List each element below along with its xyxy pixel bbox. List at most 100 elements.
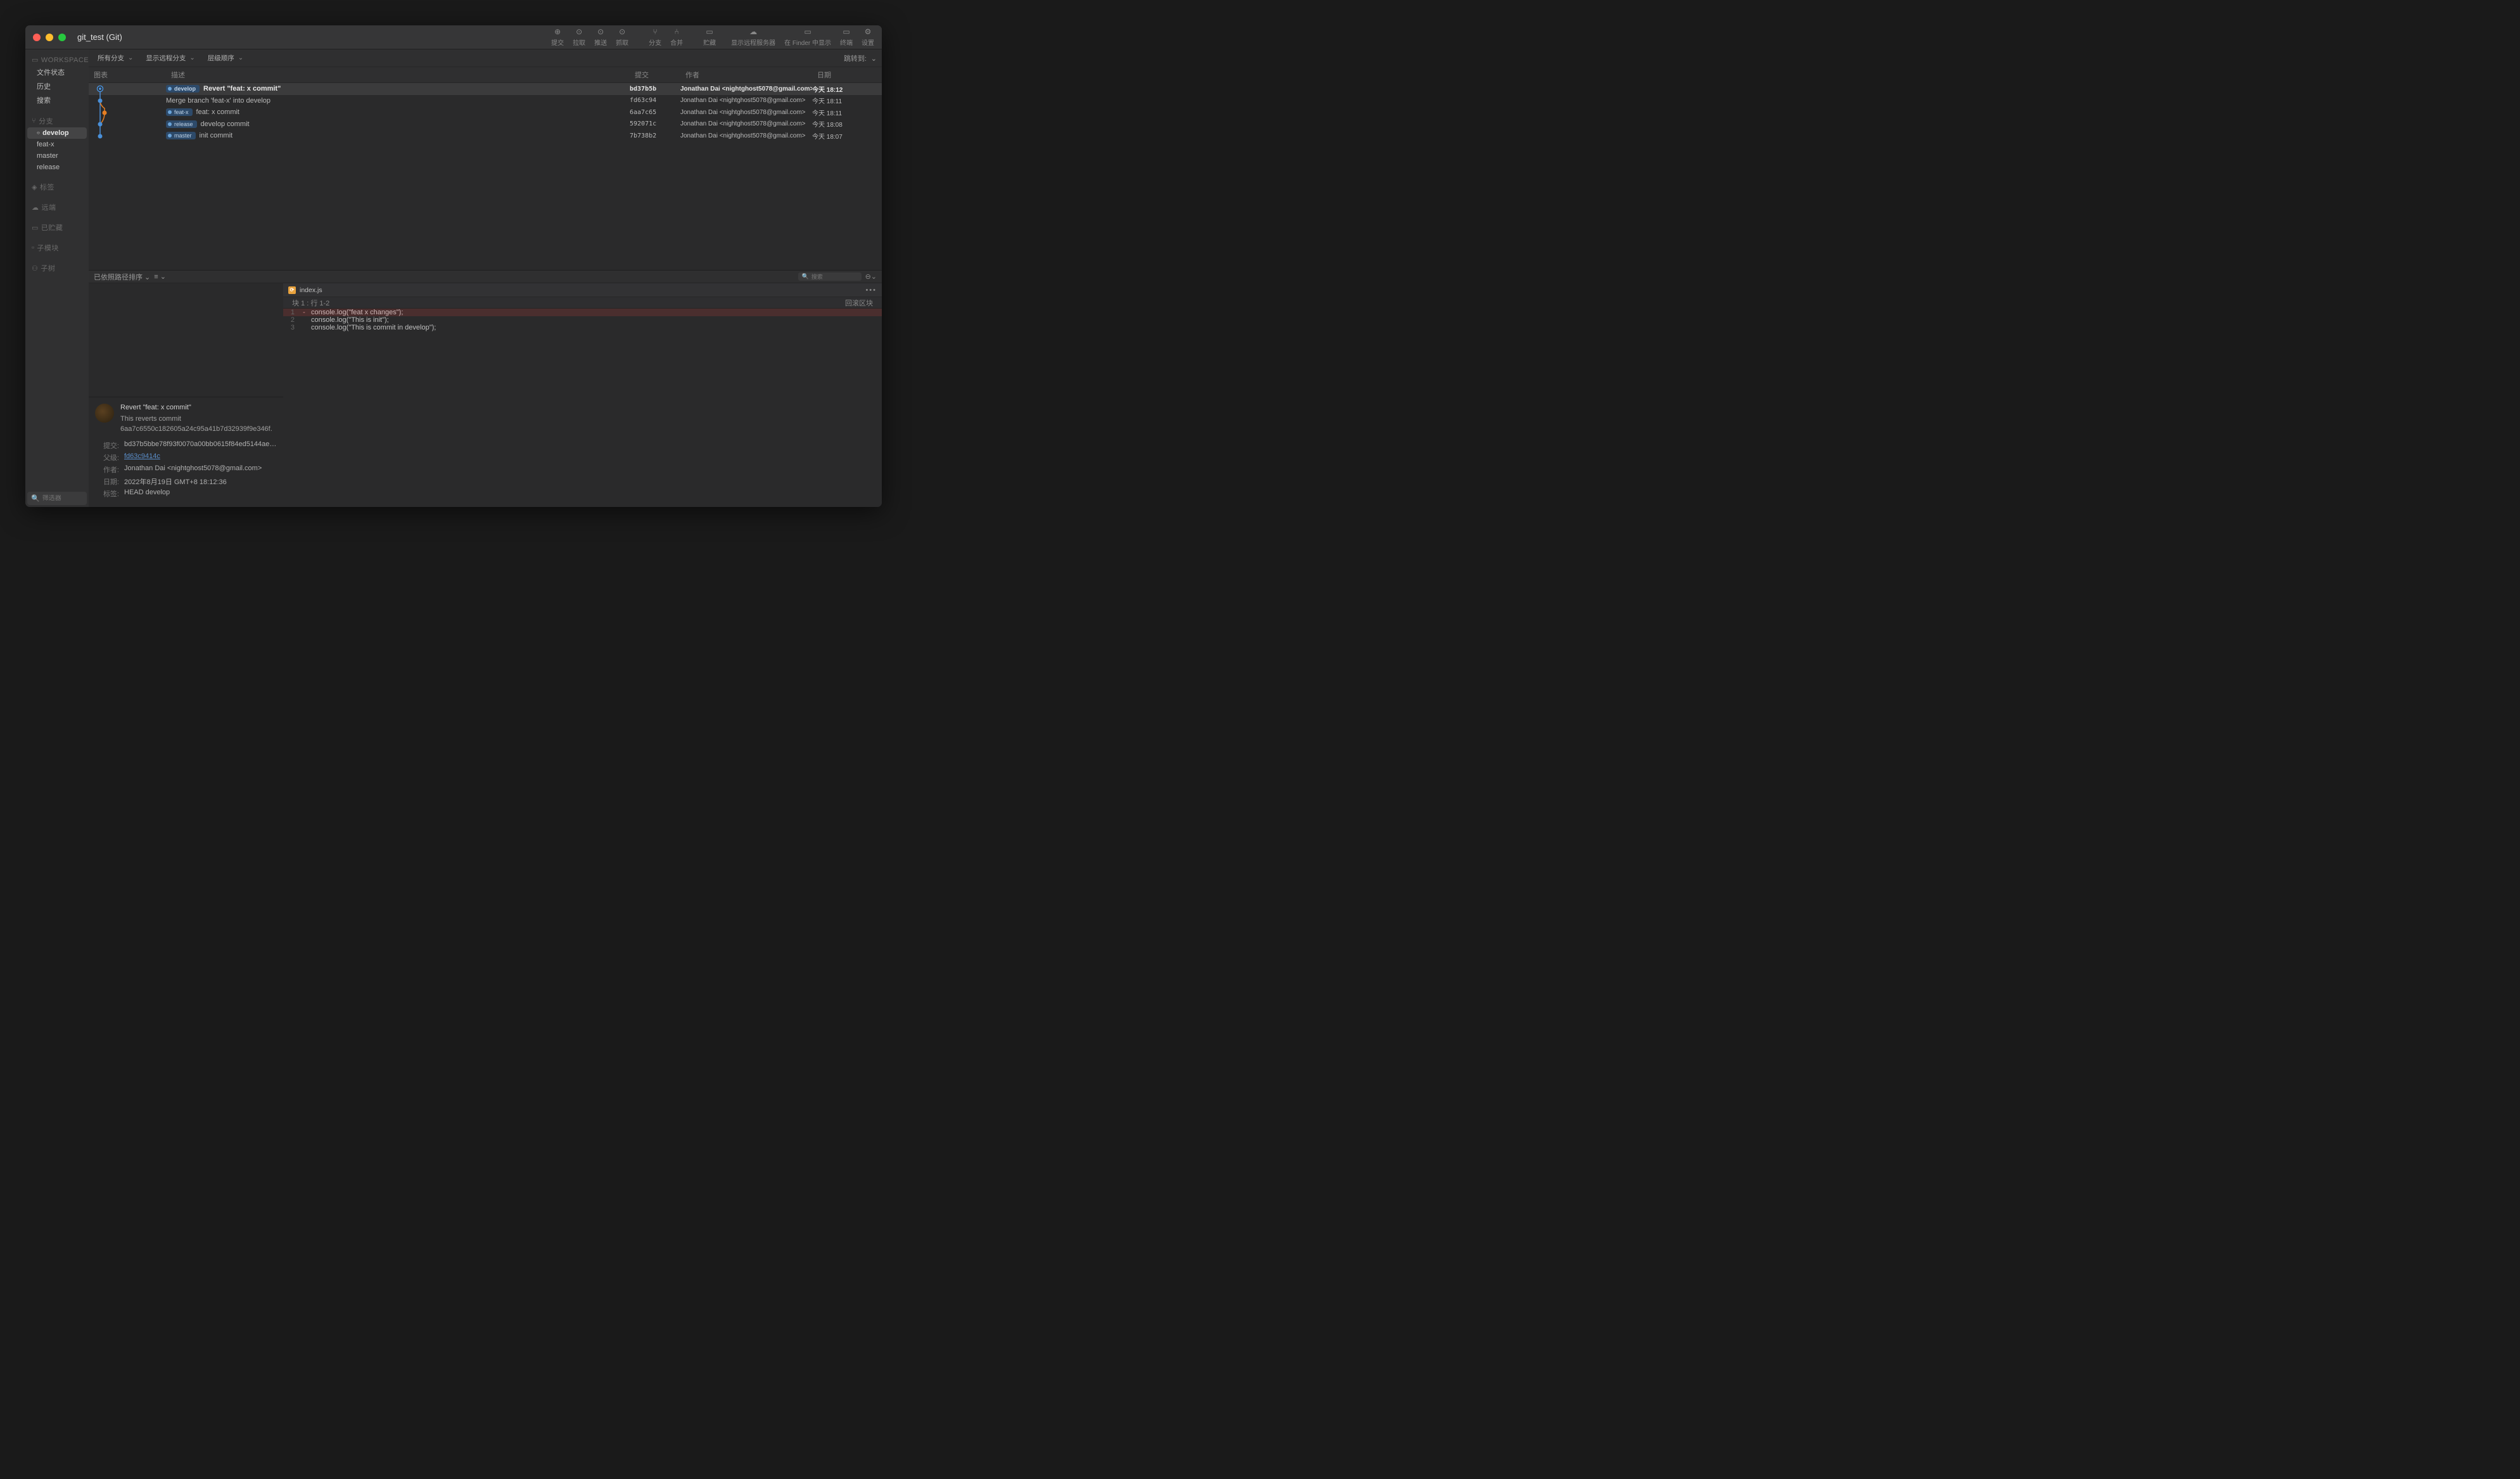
branch-tag: release <box>166 120 197 128</box>
arrow-up-circle-icon: ⊙ <box>596 27 605 36</box>
remotes-section-header[interactable]: ☁远端 <box>25 200 89 214</box>
view-mode-icon[interactable]: ≡ ⌄ <box>154 272 166 281</box>
remote-filter-dropdown[interactable]: 显示远程分支 <box>142 53 198 63</box>
app-window: git_test (Git) ⊕提交 ⊙拉取 ⊙推送 ⊙抓取 ⑂分支 ⑃合并 ▭… <box>25 25 882 507</box>
plus-circle-icon: ⊕ <box>553 27 562 36</box>
filter-bar: 所有分支 显示远程分支 层级顺序 跳转到: ⌄ <box>89 49 882 67</box>
diff-file-header[interactable]: ⟳ index.js ••• <box>283 283 882 297</box>
hunk-header: 块 1 : 行 1-2 回滚区块 <box>283 297 882 309</box>
push-button[interactable]: ⊙推送 <box>594 27 607 47</box>
diff-search-box[interactable]: 🔍 <box>798 272 862 281</box>
meta-parent-label: 父级: <box>95 452 119 463</box>
diff-file-name: index.js <box>300 286 322 294</box>
monitor-icon: ▭ <box>32 56 39 64</box>
diff-line[interactable]: 3console.log("This is commit in develop"… <box>283 324 882 331</box>
branch-icon: ⑂ <box>32 117 36 125</box>
file-more-button[interactable]: ••• <box>865 286 877 294</box>
sidebar-branch-develop[interactable]: develop <box>27 127 87 139</box>
terminal-icon: ▭ <box>842 27 851 36</box>
stashes-section-header[interactable]: ▭已贮藏 <box>25 220 89 234</box>
header-date[interactable]: 日期 <box>812 67 882 82</box>
chevron-down-icon[interactable]: ⌄ <box>871 55 877 63</box>
refresh-circle-icon: ⊙ <box>618 27 627 36</box>
branches-section-header[interactable]: ⑂分支 <box>25 113 89 127</box>
diff-search-input[interactable] <box>811 274 858 280</box>
finder-button[interactable]: ▭在 Finder 中显示 <box>784 27 831 47</box>
sidebar-filter[interactable]: 🔍 <box>27 492 87 505</box>
meta-author-value: Jonathan Dai <nightghost5078@gmail.com> <box>124 464 277 475</box>
sidebar: ▭WORKSPACE 文件状态 历史 搜索 ⑂分支 develop feat-x… <box>25 49 89 507</box>
diff-settings-button[interactable]: ⊖⌄ <box>865 272 877 281</box>
meta-tags-value: HEAD develop <box>124 489 277 499</box>
gear-icon: ⚙ <box>863 27 872 36</box>
diff-pane: 🔍 ⊖⌄ ⟳ index.js ••• 块 1 : 行 1-2 回滚区块 <box>283 271 882 507</box>
diff-line[interactable]: 1-console.log("feat x changes"); <box>283 309 882 316</box>
header-description[interactable]: 描述 <box>166 67 630 82</box>
merge-button[interactable]: ⑃合并 <box>670 27 683 47</box>
cloud-icon: ☁ <box>32 203 39 212</box>
settings-button[interactable]: ⚙设置 <box>862 27 874 47</box>
cloud-icon: ☁ <box>749 27 758 36</box>
minimize-window-button[interactable] <box>46 34 53 41</box>
author-avatar <box>95 404 114 423</box>
sidebar-branch-master[interactable]: master <box>25 150 89 162</box>
search-icon: 🔍 <box>802 273 809 280</box>
folder-icon: ▭ <box>803 27 812 36</box>
search-icon: 🔍 <box>31 494 40 503</box>
branch-filter-dropdown[interactable]: 所有分支 <box>94 53 137 63</box>
submodules-section-header[interactable]: ▫子模块 <box>25 240 89 254</box>
modified-file-icon: ⟳ <box>288 286 296 294</box>
archive-icon: ▭ <box>32 224 39 232</box>
commit-graph <box>89 83 882 270</box>
commits-header: 图表 描述 提交 作者 日期 <box>89 67 882 83</box>
header-author[interactable]: 作者 <box>680 67 812 82</box>
commit-info-panel: Revert "feat: x commit" This reverts com… <box>89 397 283 507</box>
arrow-down-circle-icon: ⊙ <box>575 27 583 36</box>
diff-line[interactable]: 2console.log("This is init"); <box>283 316 882 324</box>
meta-commit-label: 提交: <box>95 440 119 451</box>
traffic-lights <box>33 34 66 41</box>
sidebar-filter-input[interactable] <box>42 495 83 502</box>
window-title: git_test (Git) <box>77 32 122 42</box>
jump-to-label: 跳转到: ⌄ <box>844 53 877 63</box>
meta-date-label: 日期: <box>95 477 119 487</box>
pull-button[interactable]: ⊙拉取 <box>573 27 585 47</box>
tag-icon: ◈ <box>32 183 37 191</box>
detail-pane: 已依照路径排序 ≡ ⌄ Revert "feat: x commit" This… <box>89 271 283 507</box>
commit-button[interactable]: ⊕提交 <box>551 27 564 47</box>
header-commit[interactable]: 提交 <box>630 67 680 82</box>
fetch-button[interactable]: ⊙抓取 <box>616 27 628 47</box>
meta-date-value: 2022年8月19日 GMT+8 18:12:36 <box>124 477 277 487</box>
file-sort-bar[interactable]: 已依照路径排序 ≡ ⌄ <box>89 271 283 283</box>
branch-icon: ⑂ <box>651 27 659 36</box>
sidebar-history[interactable]: 历史 <box>25 79 89 93</box>
sidebar-search[interactable]: 搜索 <box>25 93 89 107</box>
sidebar-branch-release[interactable]: release <box>25 162 89 173</box>
stash-icon: ▭ <box>705 27 714 36</box>
stash-button[interactable]: ▭贮藏 <box>703 27 716 47</box>
titlebar: git_test (Git) ⊕提交 ⊙拉取 ⊙推送 ⊙抓取 ⑂分支 ⑃合并 ▭… <box>25 25 882 49</box>
header-graph[interactable]: 图表 <box>89 67 166 82</box>
meta-author-label: 作者: <box>95 464 119 475</box>
branch-tag: develop <box>166 85 200 93</box>
submodule-icon: ▫ <box>32 244 34 252</box>
sidebar-branch-feat-x[interactable]: feat-x <box>25 139 89 150</box>
parent-commit-link[interactable]: fd63c9414c <box>124 452 160 460</box>
revert-hunk-button[interactable]: 回滚区块 <box>845 298 873 308</box>
tags-section-header[interactable]: ◈标签 <box>25 179 89 193</box>
branch-button[interactable]: ⑂分支 <box>649 27 661 47</box>
terminal-button[interactable]: ▭终端 <box>840 27 853 47</box>
diff-content: 1-console.log("feat x changes"); 2consol… <box>283 309 882 331</box>
meta-commit-value: bd37b5bbe78f93f0070a00bb0615f84ed5144aec… <box>124 440 277 451</box>
maximize-window-button[interactable] <box>58 34 66 41</box>
subtrees-section-header[interactable]: ⚇子树 <box>25 260 89 274</box>
workspace-section-header[interactable]: ▭WORKSPACE <box>25 53 89 65</box>
commit-list: developRevert "feat: x commit" bd37b5b J… <box>89 83 882 270</box>
hunk-label: 块 1 : 行 1-2 <box>292 298 329 308</box>
remote-button[interactable]: ☁显示远程服务器 <box>731 27 775 47</box>
merge-icon: ⑃ <box>672 27 681 36</box>
branch-tag: master <box>166 132 196 139</box>
sidebar-file-status[interactable]: 文件状态 <box>25 65 89 79</box>
close-window-button[interactable] <box>33 34 41 41</box>
order-dropdown[interactable]: 层级顺序 <box>204 53 247 63</box>
